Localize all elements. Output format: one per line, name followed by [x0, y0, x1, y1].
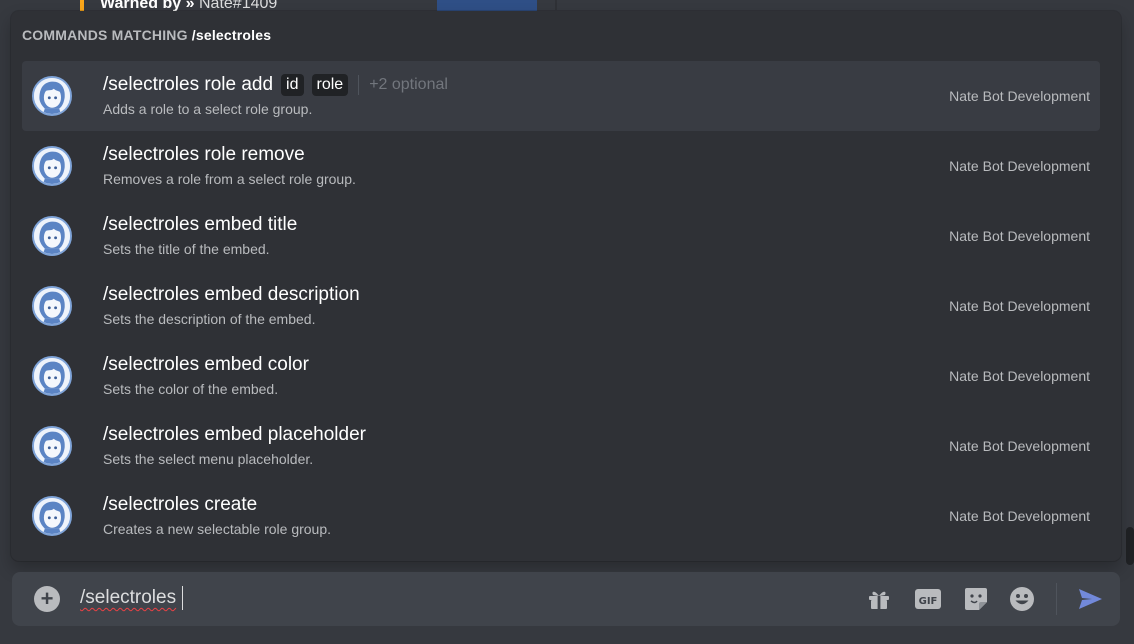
bot-avatar [32, 216, 72, 256]
emoji-icon[interactable] [1008, 585, 1036, 613]
option-divider [358, 75, 360, 95]
command-text: /selectroles embed title Sets the title o… [103, 213, 297, 257]
warned-by-text: Warned by » Nate#1409 [100, 0, 278, 12]
command-source-app: Nate Bot Development [949, 158, 1090, 174]
embed-edge [555, 0, 557, 10]
command-description: Sets the title of the embed. [103, 241, 270, 257]
command-list: /selectroles role add id role +2 optional Ad… [22, 61, 1100, 551]
command-source-app: Nate Bot Development [949, 438, 1090, 454]
command-source-app: Nate Bot Development [949, 228, 1090, 244]
sticker-icon[interactable] [962, 585, 990, 613]
command-row[interactable]: /selectroles role add id role +2 optional Ad… [22, 61, 1100, 131]
chat-scrollbar-thumb[interactable] [1126, 527, 1134, 565]
command-text: /selectroles create Creates a new selecta… [103, 493, 331, 537]
command-name: /selectroles embed description [103, 284, 360, 305]
command-autocomplete-popup: Commands matching /selectroles /selectro… [11, 11, 1121, 561]
command-title-line: /selectroles embed color [103, 353, 309, 377]
bot-avatar [32, 286, 72, 326]
option-chip: role [311, 74, 349, 96]
command-source-app: Nate Bot Development [949, 298, 1090, 314]
command-title-line: /selectroles create [103, 493, 331, 517]
command-row[interactable]: /selectroles embed title Sets the title o… [22, 201, 1100, 271]
popup-header: Commands matching /selectroles [22, 27, 272, 43]
upload-plus-button[interactable]: + [34, 586, 60, 612]
command-description: Sets the select menu placeholder. [103, 451, 314, 467]
command-title-line: /selectroles embed placeholder [103, 423, 366, 447]
toolbar-divider [1056, 583, 1057, 615]
command-description: Removes a role from a select role group. [103, 171, 356, 187]
command-title-line: /selectroles role remove [103, 143, 356, 167]
command-title-line: /selectroles role add id role +2 optional [103, 73, 448, 97]
gif-icon[interactable]: GIF [914, 585, 942, 613]
command-description: Adds a role to a select role group. [103, 101, 313, 117]
command-row[interactable]: /selectroles create Creates a new selecta… [22, 481, 1100, 551]
command-description: Creates a new selectable role group. [103, 521, 332, 537]
command-source-app: Nate Bot Development [949, 88, 1090, 104]
command-text: /selectroles embed placeholder Sets the s… [103, 423, 366, 467]
command-title-line: /selectroles embed description [103, 283, 360, 307]
bot-avatar [32, 146, 72, 186]
command-source-app: Nate Bot Development [949, 368, 1090, 384]
message-input[interactable]: /selectroles [80, 587, 176, 609]
command-text: /selectroles role add id role +2 optional Ad… [103, 73, 448, 117]
command-description: Sets the description of the embed. [103, 311, 316, 327]
bot-avatar [32, 356, 72, 396]
gift-icon[interactable] [865, 585, 893, 613]
command-row[interactable]: /selectroles embed placeholder Sets the s… [22, 411, 1100, 481]
bot-avatar [32, 426, 72, 466]
command-row[interactable]: /selectroles embed description Sets the d… [22, 271, 1100, 341]
plus-icon: + [40, 585, 54, 611]
text-caret [182, 586, 183, 610]
command-row[interactable]: /selectroles embed color Sets the color o… [22, 341, 1100, 411]
command-name: /selectroles embed placeholder [103, 424, 366, 445]
option-chip: id [281, 74, 304, 96]
command-description: Sets the color of the embed. [103, 381, 279, 397]
command-name: /selectroles role add [103, 74, 274, 95]
command-text: /selectroles embed description Sets the d… [103, 283, 360, 327]
command-text: /selectroles role remove Removes a role f… [103, 143, 356, 187]
bot-avatar [32, 76, 72, 116]
command-name: /selectroles embed title [103, 214, 298, 235]
optional-count: +2 optional [369, 76, 448, 93]
command-title-line: /selectroles embed title [103, 213, 297, 237]
bot-avatar [32, 496, 72, 536]
send-icon[interactable] [1076, 585, 1104, 613]
command-text: /selectroles embed color Sets the color o… [103, 353, 309, 397]
command-name: /selectroles create [103, 494, 258, 515]
command-name: /selectroles role remove [103, 144, 305, 165]
svg-text:GIF: GIF [919, 596, 938, 607]
message-input-bar: + /selectroles GIF [12, 572, 1120, 626]
command-source-app: Nate Bot Development [949, 508, 1090, 524]
command-name: /selectroles embed color [103, 354, 309, 375]
command-row[interactable]: /selectroles role remove Removes a role f… [22, 131, 1100, 201]
